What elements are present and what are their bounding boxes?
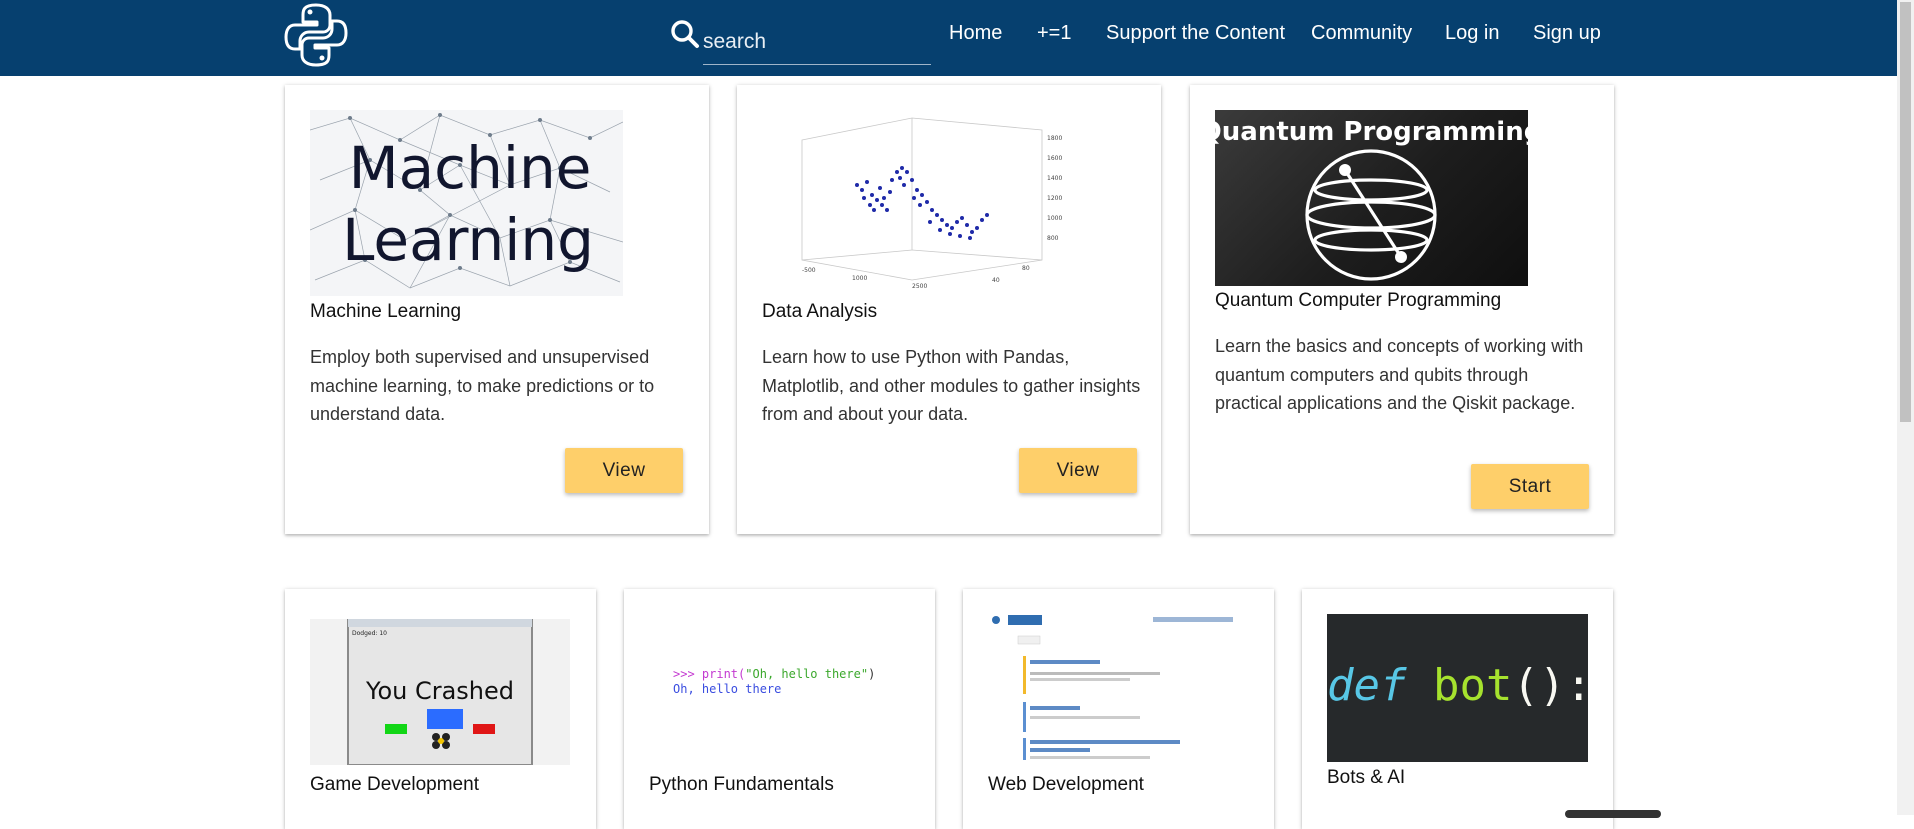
code-output: Oh, hello there — [673, 682, 782, 696]
course-card-web-development: Web Development — [963, 589, 1274, 829]
card-title[interactable]: Machine Learning — [310, 301, 461, 323]
svg-text:800: 800 — [1047, 235, 1059, 242]
quantum-thumbnail[interactable]: Quantum Programming — [1215, 110, 1528, 286]
start-button[interactable]: Start — [1471, 464, 1589, 509]
card-title[interactable]: Data Analysis — [762, 301, 877, 323]
search-input[interactable] — [703, 20, 931, 65]
nav-community-link[interactable]: Community — [1311, 22, 1412, 45]
svg-text:80: 80 — [1022, 265, 1030, 272]
bots-ai-thumbnail[interactable]: def bot(): — [1327, 614, 1588, 762]
card-title[interactable]: Bots & AI — [1327, 767, 1405, 789]
nav-login-link[interactable]: Log in — [1445, 22, 1500, 45]
course-card-quantum: Quantum Programming Quantum Computer Pro… — [1190, 85, 1614, 534]
course-card-game-development: Dodged: 10 You Crashed Game Development — [285, 589, 596, 829]
card-title[interactable]: Quantum Computer Programming — [1215, 290, 1501, 312]
navbar: Home +=1 Support the Content Community L… — [0, 0, 1897, 76]
card-title[interactable]: Web Development — [988, 774, 1144, 796]
card-description: Learn how to use Python with Pandas, Mat… — [762, 347, 1141, 424]
code-func: print( — [701, 667, 746, 681]
card-title[interactable]: Game Development — [310, 774, 479, 796]
svg-text:1800: 1800 — [1047, 135, 1062, 142]
view-button[interactable]: View — [565, 448, 683, 493]
svg-text:1400: 1400 — [1047, 175, 1062, 182]
svg-text:40: 40 — [992, 277, 1000, 284]
code-prompt: >>> — [673, 667, 702, 681]
nav-plus-equals-one-link[interactable]: +=1 — [1037, 22, 1071, 45]
code-func-name: bot — [1432, 660, 1513, 711]
python-fundamentals-thumbnail[interactable]: >>> print("Oh, hello there") Oh, hello t… — [649, 614, 909, 760]
game-development-thumbnail[interactable]: Dodged: 10 You Crashed — [310, 619, 570, 765]
course-card-python-fundamentals: >>> print("Oh, hello there") Oh, hello t… — [624, 589, 935, 829]
machine-learning-thumb-line2: Learning — [342, 206, 594, 274]
view-button[interactable]: View — [1019, 448, 1137, 493]
svg-text:1000: 1000 — [852, 275, 867, 282]
svg-text:-500: -500 — [802, 267, 816, 274]
web-development-thumbnail[interactable] — [988, 614, 1248, 760]
svg-text:1200: 1200 — [1047, 195, 1062, 202]
course-card-machine-learning: Machine Learning Machine Learning Employ… — [285, 85, 709, 534]
python-logo-icon[interactable] — [283, 2, 349, 68]
code-string: "Oh, hello there" — [745, 667, 869, 681]
nav-support-link[interactable]: Support the Content — [1106, 22, 1285, 45]
data-analysis-thumbnail[interactable]: 1800 1600 1400 1200 1000 800 -500 1000 2500 40… — [762, 110, 1075, 296]
nav-signup-link[interactable]: Sign up — [1533, 22, 1601, 45]
game-thumb-crashed: You Crashed — [365, 677, 514, 705]
card-description: Learn the basics and concepts of working… — [1215, 336, 1584, 413]
course-card-data-analysis: 1800 1600 1400 1200 1000 800 -500 1000 2500 40… — [737, 85, 1161, 534]
chat-widget-tab[interactable] — [1565, 810, 1661, 818]
search-icon[interactable] — [670, 19, 700, 49]
scrollbar-thumb[interactable] — [1900, 2, 1911, 422]
card-description: Employ both supervised and unsupervised … — [310, 347, 655, 424]
game-thumb-dodged: Dodged: 10 — [352, 630, 387, 637]
svg-text:2500: 2500 — [912, 283, 927, 290]
code-close-paren: ) — [868, 667, 876, 681]
card-title[interactable]: Python Fundamentals — [649, 774, 834, 796]
quantum-thumb-title: Quantum Programming — [1215, 117, 1528, 147]
course-card-bots-ai: def bot(): Bots & AI — [1302, 589, 1613, 829]
machine-learning-thumbnail[interactable]: Machine Learning — [310, 110, 623, 296]
code-parens: (): — [1512, 660, 1588, 711]
svg-text:1000: 1000 — [1047, 215, 1062, 222]
code-def-keyword: def — [1327, 660, 1407, 711]
svg-text:1600: 1600 — [1047, 155, 1062, 162]
nav-home-link[interactable]: Home — [949, 22, 1002, 45]
machine-learning-thumb-line1: Machine — [349, 134, 592, 202]
